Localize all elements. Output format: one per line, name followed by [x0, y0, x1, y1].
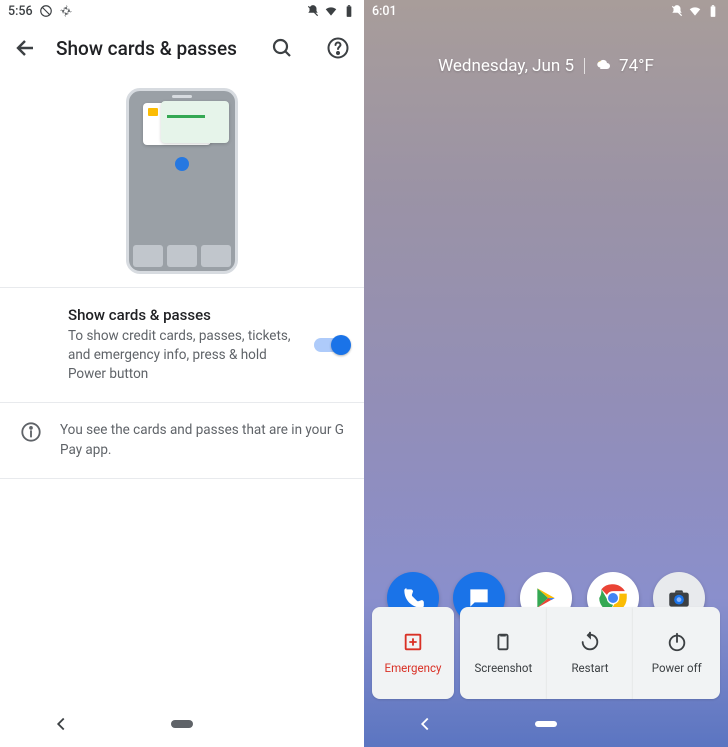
nav-recent[interactable] [292, 713, 314, 735]
mute-icon [670, 4, 684, 18]
poweroff-button[interactable]: Power off [633, 607, 720, 699]
date-text: Wednesday, Jun 5 [438, 56, 574, 76]
system-nav [364, 701, 728, 747]
system-nav [0, 701, 364, 747]
info-text: You see the cards and passes that are in… [60, 421, 344, 459]
temp-text: 74°F [619, 56, 654, 76]
do-not-disturb-icon [39, 4, 53, 18]
status-time: 6:01 [372, 4, 397, 19]
wifi-icon [324, 4, 338, 18]
nav-home[interactable] [535, 713, 557, 735]
status-time: 5:56 [8, 4, 33, 19]
power-menu: Emergency Screenshot Restart Power off [372, 607, 720, 699]
restart-button[interactable]: Restart [547, 607, 634, 699]
screenshot-icon [492, 631, 514, 653]
nav-back[interactable] [414, 713, 436, 735]
power-icon [666, 631, 688, 653]
info-row: You see the cards and passes that are in… [0, 403, 364, 478]
toggle-row[interactable]: Show cards & passes To show credit cards… [0, 288, 364, 403]
toggle-desc: To show credit cards, passes, tickets, a… [68, 327, 298, 384]
page-title: Show cards & passes [56, 37, 238, 60]
wifi-icon [688, 4, 702, 18]
search-button[interactable] [270, 36, 294, 60]
illustration [0, 74, 364, 288]
mute-icon [306, 4, 320, 18]
battery-icon [706, 4, 720, 18]
pinwheel-icon [59, 4, 73, 18]
toggle-switch[interactable] [314, 338, 348, 352]
nav-recent[interactable] [656, 713, 678, 735]
nav-back[interactable] [50, 713, 72, 735]
at-a-glance[interactable]: Wednesday, Jun 5 74°F [364, 56, 728, 76]
weather-icon [595, 57, 613, 75]
toggle-title: Show cards & passes [68, 306, 344, 324]
restart-icon [579, 631, 601, 653]
battery-icon [342, 4, 356, 18]
help-button[interactable] [326, 36, 350, 60]
back-button[interactable] [14, 36, 38, 60]
emergency-button[interactable]: Emergency [372, 607, 454, 699]
status-bar: 5:56 [0, 0, 364, 22]
app-bar: Show cards & passes [0, 22, 364, 74]
emergency-icon [402, 631, 424, 653]
nav-home[interactable] [171, 713, 193, 735]
status-bar: 6:01 [364, 0, 728, 22]
screenshot-button[interactable]: Screenshot [460, 607, 547, 699]
info-icon [20, 421, 42, 443]
